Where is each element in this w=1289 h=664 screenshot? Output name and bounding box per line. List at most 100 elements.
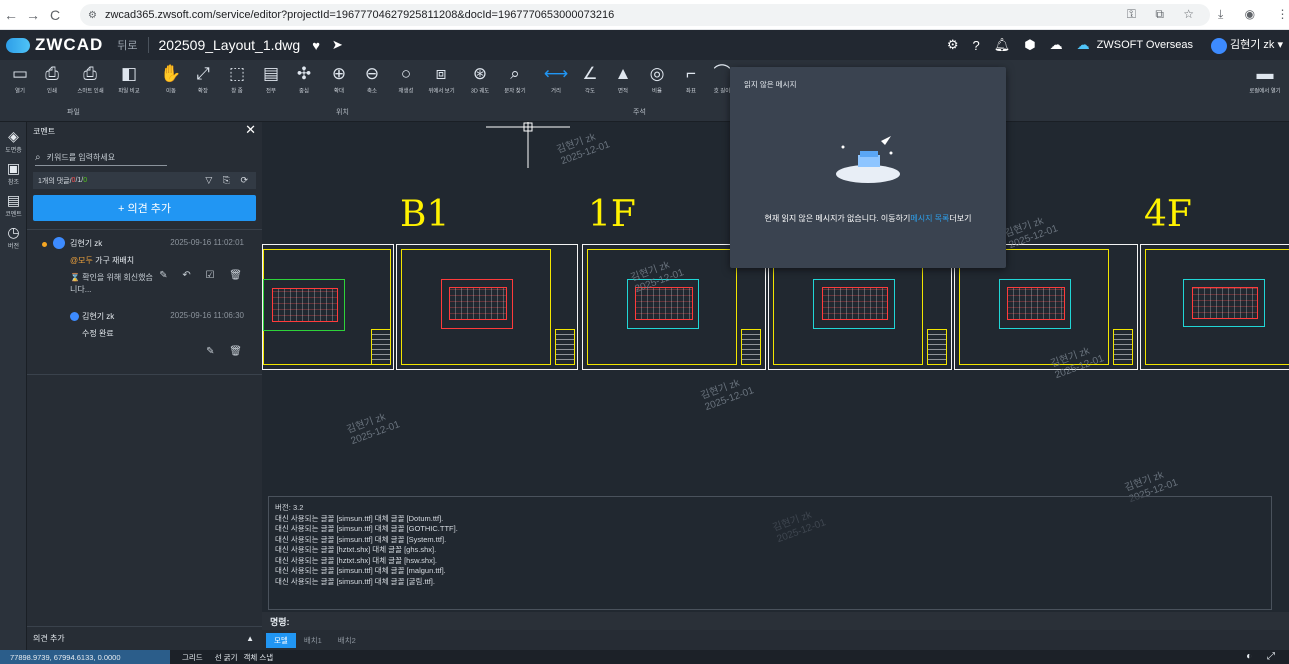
title-block [555,329,575,365]
reply-actions[interactable]: ✎ 🗑︎ [206,346,248,357]
help-icon[interactable]: ? [973,38,980,53]
search-input[interactable]: ⌕ 키워드를 입력하세요 [35,150,167,166]
regen-button[interactable]: ○ 재생성 [392,64,420,95]
command-label: 명령: [270,616,290,627]
tab-layout1[interactable]: 배치1 [296,633,330,648]
panel-title: 코멘트 [33,126,56,136]
regen-icon: ○ [400,64,412,83]
floor-plan [263,279,345,331]
print-button[interactable]: ⎙ 인쇄 [38,64,66,95]
divider [27,374,262,375]
osnap-toggle[interactable]: 객체 스냅 [244,652,274,663]
sidebar-item-layers[interactable]: ◈ 도면층 [0,128,27,154]
user-menu[interactable]: 김현기 zk ▾ [1211,36,1283,54]
expand-icon: ⤢ [196,64,210,83]
grid-toggle[interactable]: 그리드 [182,652,203,663]
org-name[interactable]: ZWSOFT Overseas [1097,39,1193,51]
file-compare-button[interactable]: ◧ 파일 비교 [115,64,143,95]
back-nav-icon[interactable]: ← [0,7,22,23]
floor-plan [1183,279,1265,327]
zoom-in-button[interactable]: ⊕ 확대 [325,64,353,95]
box-icon[interactable]: ⬢ [1024,37,1035,53]
hand-icon: ✋ [160,64,182,83]
cloud-logo-icon [6,37,30,53]
zoom-out-icon: ⊖ [364,64,380,83]
angle-button[interactable]: ∠ 각도 [576,64,604,95]
url-text[interactable]: zwcad365.zwsoft.com/service/editor?proje… [105,9,614,21]
caret-up-icon[interactable]: ▲ [246,634,254,643]
center-button[interactable]: ✣ 중심 [290,64,318,95]
org-cloud-icon: ☁ [1076,37,1090,52]
title-block [371,329,391,365]
smart-print-button[interactable]: ⎙ 스마트 인쇄 [76,64,104,95]
empty-inbox-icon [836,136,900,183]
reply-time: 2025-09-16 11:06:30 [170,311,244,320]
floor-plan [999,279,1071,329]
sidebar-item-comment[interactable]: ▤ 코멘트 [0,192,27,218]
send-icon[interactable]: ➤ [332,37,343,53]
smart-printer-icon: ⎙ [83,64,97,83]
reload-icon[interactable]: C [44,7,66,23]
find-text-button[interactable]: ⌕ 문자 찾기 [501,64,529,95]
lineweight-toggle[interactable]: 선 굵기 [215,652,238,663]
message-list-link[interactable]: 메시지 목록 [910,214,949,223]
3d-orbit-button[interactable]: ⊛ 3D 궤도 [466,64,494,95]
bell-icon[interactable]: 🔔︎ [994,37,1011,53]
zoom-out-button[interactable]: ⊖ 축소 [358,64,386,95]
forward-nav-icon[interactable]: → [22,7,44,23]
hourglass-icon: ⌛ [70,273,83,282]
comment-footer[interactable]: 의견 추가 ▲ [27,626,262,650]
area-button[interactable]: ▲ 면적 [609,64,637,95]
coordinate-button[interactable]: ⌐ 좌표 [677,64,705,95]
tab-model[interactable]: 모델 [266,632,296,648]
top-view-button[interactable]: ⧈ 위에서 보기 [427,64,455,95]
floor-label-1f: 1F [588,194,636,235]
add-comment-button[interactable]: + 의견 추가 [33,195,256,221]
open-button[interactable]: ▭ 열기 [6,64,34,95]
command-history: 버전: 3.2 대신 사용되는 글꼴 [simsun.ttf] 대체 글꼴 [D… [268,496,1272,610]
status-text: 확인을 위해 회신했습니다... [70,273,153,294]
browser-toolbar-icons[interactable]: ⤓ ◉ ⋮ [1218,7,1289,22]
cloud-upload-icon[interactable]: ☁ [1050,37,1063,53]
zoom-all-icon: ▤ [262,64,280,83]
site-info-icon[interactable]: ⚙ [88,10,97,21]
settings-gear-icon[interactable]: ⚙ [947,37,959,53]
find-text-icon: ⌕ [510,64,520,83]
title-block [1113,329,1133,365]
address-actions-icons[interactable]: ⚿ ⧉ ☆ [1127,7,1202,22]
filter-export-icons[interactable]: ▽ ⎘ ⟳ [205,175,252,186]
address-bar[interactable]: ⚙ zwcad365.zwsoft.com/service/editor?pro… [80,4,1210,26]
extents-button[interactable]: ⤢ 확장 [189,64,217,95]
comment-item[interactable]: 김현기 zk 2025-09-16 11:02:01 @모두 가구 재배치 ⌛ … [27,230,262,306]
comment-actions[interactable]: ✎ ↶ ☑ 🗑︎ [159,270,248,281]
command-input[interactable]: 명령: [262,612,1289,630]
search-icon: ⌕ [35,152,41,163]
tab-layout2[interactable]: 배치2 [330,633,364,648]
distance-button[interactable]: ⟷ 거리 [542,64,570,95]
window-zoom-button[interactable]: ⬚ 창 줌 [223,64,251,95]
zoom-all-button[interactable]: ▤ 전부 [257,64,285,95]
comment-icon: ▤ [6,192,21,208]
layout-sheet [262,244,394,370]
monitor-icon: ▬ [1256,64,1274,83]
pan-button[interactable]: ✋ 이동 [157,64,185,95]
history-line: 대신 사용되는 글꼴 [simsun.ttf] 대체 글꼴 [GOTHIC.TT… [275,524,458,533]
reply-item[interactable]: 김현기 zk 2025-09-16 11:06:30 수정 완료 ✎ 🗑︎ [27,306,262,366]
sidebar-item-version[interactable]: ◷ 버전 [0,224,27,250]
header-divider [147,37,149,53]
sidebar-item-reference[interactable]: ▣ 참조 [0,160,27,186]
status-right-icons[interactable]: ◐ ⤢ [1246,651,1281,662]
ratio-button[interactable]: ◎ 비율 [643,64,671,95]
close-icon[interactable]: ✕ [245,122,256,138]
open-local-button[interactable]: ▬ 로컬에서 열기 [1245,64,1285,95]
comment-count-bar: 1개의 댓글/0/1/0 ▽ ⎘ ⟳ [33,172,256,189]
title-block [741,329,761,365]
area-icon: ▲ [614,64,632,83]
app-header: ZWCAD 뒤로 202509_Layout_1.dwg ♥ ➤ ⚙ ? 🔔︎ … [0,30,1289,60]
comments-panel: 코멘트 ✕ ⌕ 키워드를 입력하세요 1개의 댓글/0/1/0 ▽ ⎘ ⟳ + … [27,122,262,650]
heart-icon[interactable]: ♥ [312,38,320,53]
comment-status: ⌛ 확인을 위해 회신했습니다... [70,272,160,296]
folder-icon: ▭ [11,64,29,83]
back-button[interactable]: 뒤로 [117,37,137,53]
zwcad-logo[interactable]: ZWCAD [6,35,103,55]
